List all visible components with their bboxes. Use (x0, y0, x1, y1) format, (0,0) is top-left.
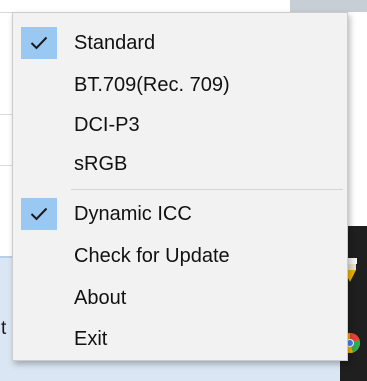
context-menu: Standard BT.709(Rec. 709) DCI-P3 sRGB Dy… (12, 12, 348, 361)
menu-item-about[interactable]: About (17, 280, 343, 316)
menu-item-dynamic-icc[interactable]: Dynamic ICC (17, 196, 343, 232)
checkmark-icon (21, 27, 57, 59)
menu-item-standard[interactable]: Standard (17, 25, 343, 61)
menu-item-label: About (74, 286, 127, 309)
menu-item-srgb[interactable]: sRGB (17, 146, 343, 182)
menu-item-dci-p3[interactable]: DCI-P3 (17, 107, 343, 143)
checkmark-icon (21, 198, 57, 230)
menu-item-label: Exit (74, 327, 108, 350)
menu-item-exit[interactable]: Exit (17, 321, 343, 357)
background-partial-text: t (1, 318, 7, 339)
menu-item-label: BT.709(Rec. 709) (74, 73, 230, 96)
menu-item-label: Standard (74, 31, 156, 54)
menu-item-label: Check for Update (74, 244, 230, 267)
menu-item-check-for-update[interactable]: Check for Update (17, 238, 343, 274)
menu-item-bt709[interactable]: BT.709(Rec. 709) (17, 67, 343, 103)
menu-separator (71, 189, 343, 190)
background-divider (0, 114, 12, 115)
menu-item-label: sRGB (74, 152, 128, 175)
menu-item-label: DCI-P3 (74, 113, 140, 136)
background-divider (0, 165, 12, 166)
menu-item-label: Dynamic ICC (74, 202, 192, 225)
background-window-strip (290, 0, 367, 12)
